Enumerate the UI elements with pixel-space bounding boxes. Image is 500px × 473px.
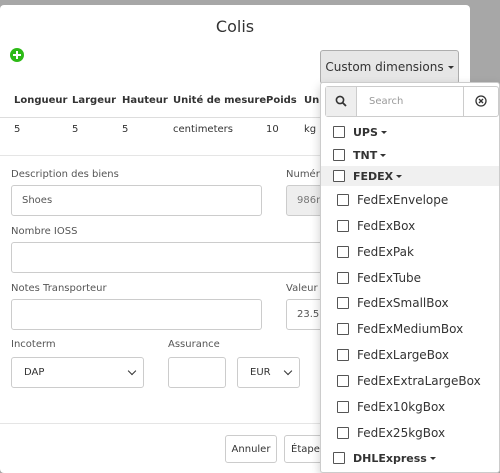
search-icon (326, 87, 357, 116)
checkbox[interactable] (333, 452, 345, 464)
chevron-down-icon (127, 366, 137, 376)
header-poids: Poids (266, 95, 297, 106)
group-ups[interactable]: UPS (321, 122, 499, 142)
group-label: TNT (353, 148, 378, 162)
notes-input[interactable] (11, 299, 262, 330)
cancel-button[interactable]: Annuler (225, 435, 277, 463)
divider (0, 155, 330, 156)
ioss-label: Nombre IOSS (11, 226, 78, 237)
cell-largeur: 5 (72, 124, 79, 135)
ioss-input[interactable] (11, 242, 336, 273)
search-input[interactable]: Search (369, 87, 403, 116)
option-label: FedExExtraLargeBox (357, 374, 481, 388)
caret-down-icon (380, 130, 387, 134)
option-fedexextralargebox[interactable]: FedExExtraLargeBox (321, 371, 499, 391)
checkbox[interactable] (337, 194, 349, 206)
group-label: UPS (353, 125, 378, 139)
checkbox[interactable] (337, 427, 349, 439)
option-fedexpak[interactable]: FedExPak (321, 242, 499, 262)
checkbox[interactable] (337, 375, 349, 387)
checkbox[interactable] (333, 126, 345, 138)
custom-dimensions-button[interactable]: Custom dimensions (320, 50, 459, 84)
checkbox[interactable] (337, 349, 349, 361)
currency-select[interactable]: EUR (237, 357, 300, 388)
cell-longueur: 5 (14, 124, 21, 135)
option-fedexbox[interactable]: FedExBox (321, 216, 499, 236)
carrier-dropdown-menu: Search UPS TNT FEDEX FedExEnvelope FedEx… (320, 82, 500, 473)
cancel-label: Annuler (231, 443, 271, 455)
group-dhlexpress[interactable]: DHLExpress (321, 448, 499, 468)
option-label: FedExTube (357, 271, 422, 285)
option-fedex10kgbox[interactable]: FedEx10kgBox (321, 397, 499, 417)
cell-unit: kg (304, 124, 317, 135)
custom-dimensions-label: Custom dimensions (325, 60, 444, 74)
modal-title: Colis (215, 17, 255, 36)
numero-value: 986n (297, 195, 323, 206)
cell-hauteur: 5 (122, 124, 129, 135)
checkbox[interactable] (337, 220, 349, 232)
option-fedexsmallbox[interactable]: FedExSmallBox (321, 293, 499, 313)
cell-poids: 10 (266, 124, 279, 135)
option-fedex25kgbox[interactable]: FedEx25kgBox (321, 423, 499, 443)
assurance-input[interactable] (168, 357, 226, 388)
checkbox[interactable] (337, 323, 349, 335)
caret-down-icon (429, 456, 436, 460)
checkbox[interactable] (333, 149, 345, 161)
currency-value: EUR (250, 367, 271, 378)
description-label: Description des biens (11, 169, 119, 180)
group-label: FEDEX (353, 169, 394, 183)
option-label: FedExBox (357, 219, 416, 233)
caret-down-icon (380, 153, 387, 157)
option-fedexmediumbox[interactable]: FedExMediumBox (321, 319, 499, 339)
incoterm-label: Incoterm (11, 339, 56, 350)
chevron-down-icon (283, 366, 293, 376)
option-label: FedExSmallBox (357, 296, 449, 310)
group-fedex[interactable]: FEDEX (321, 166, 499, 186)
option-fedexlargebox[interactable]: FedExLargeBox (321, 345, 499, 365)
option-fedextube[interactable]: FedExTube (321, 268, 499, 288)
table-row: 5 5 5 centimeters 10 kg (0, 117, 330, 139)
description-input[interactable]: Shoes (11, 185, 262, 216)
checkbox[interactable] (333, 170, 345, 182)
checkbox[interactable] (337, 246, 349, 258)
header-hauteur: Hauteur (122, 95, 168, 106)
incoterm-value: DAP (24, 367, 45, 378)
group-label: DHLExpress (353, 451, 427, 465)
parcel-table-header: Longueur Largeur Hauteur Unité de mesure… (0, 95, 330, 117)
header-longueur: Longueur (14, 95, 68, 106)
checkbox[interactable] (337, 401, 349, 413)
header-unite: Unité de mesure (173, 95, 267, 106)
incoterm-select[interactable]: DAP (11, 357, 144, 388)
clear-search-icon[interactable] (463, 87, 498, 116)
option-label: FedEx10kgBox (357, 400, 446, 414)
search-box: Search (325, 86, 499, 117)
valeur-label: Valeur (286, 283, 318, 294)
header-largeur: Largeur (72, 95, 117, 106)
option-label: FedEx25kgBox (357, 426, 446, 440)
option-fedexenvelope[interactable]: FedExEnvelope (321, 190, 499, 210)
option-label: FedExPak (357, 245, 414, 259)
caret-down-icon (396, 174, 403, 178)
checkbox[interactable] (337, 297, 349, 309)
checkbox[interactable] (337, 272, 349, 284)
numero-label: Numér (286, 169, 320, 180)
group-tnt[interactable]: TNT (321, 145, 499, 165)
add-parcel-icon[interactable] (10, 48, 24, 62)
valeur-value: 23.5 (297, 309, 320, 320)
next-label: Étape (291, 443, 320, 455)
description-value: Shoes (22, 195, 53, 206)
option-label: FedExEnvelope (357, 193, 449, 207)
cell-unite: centimeters (173, 124, 233, 135)
assurance-label: Assurance (168, 339, 220, 350)
caret-down-icon (447, 65, 454, 69)
option-label: FedExLargeBox (357, 348, 449, 362)
notes-label: Notes Transporteur (11, 283, 107, 294)
option-label: FedExMediumBox (357, 322, 464, 336)
